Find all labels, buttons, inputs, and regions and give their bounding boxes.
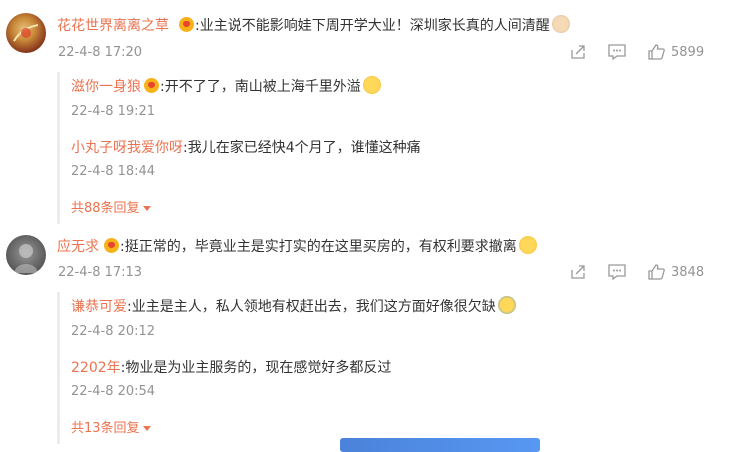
share-icon [571, 45, 585, 59]
reply-time: 22-4-8 19:21 [71, 104, 156, 119]
cat-emoji-icon [551, 15, 570, 33]
reply-username[interactable]: 2202年 [71, 360, 121, 376]
like-count: 3848 [671, 264, 705, 280]
reply-list: 滋你一身狼 :开不了了，南山被上海千里外溢 22-4-8 19:21 小丸子呀我爱… [57, 72, 741, 224]
caret-down-icon [142, 206, 151, 211]
reply-item: 滋你一身狼 :开不了了，南山被上海千里外溢 [71, 76, 381, 96]
reply-text: :业主是主人，私人领地有权赶出去，我们这方面好像很欠缺 [127, 299, 496, 315]
shrug-emoji-icon [497, 296, 516, 314]
vip-badge-icon [179, 17, 194, 32]
comment-icon [608, 264, 626, 280]
comment-button[interactable] [608, 44, 626, 60]
reply-time: 22-4-8 18:44 [71, 164, 156, 179]
reply-username[interactable]: 谦恭可爱 [71, 299, 127, 315]
like-button[interactable]: 3848 [648, 264, 704, 280]
reply-username[interactable]: 滋你一身狼 [71, 79, 141, 95]
vip-badge-icon [144, 78, 159, 93]
reply-item: 2202年:物业是为业主服务的，现在感觉好多都反过 [71, 357, 391, 377]
avatar[interactable] [6, 13, 46, 53]
reply-text: :我儿在家已经快4个月了，谁懂这种痛 [183, 140, 421, 156]
more-replies-label: 共88条回复 [71, 201, 140, 216]
comment-username[interactable]: 花花世界离离之草 [57, 18, 169, 34]
grin-emoji-icon [518, 236, 537, 254]
like-button[interactable]: 5899 [648, 44, 704, 60]
reply-time: 22-4-8 20:12 [71, 324, 156, 339]
reply-text: :物业是为业主服务的，现在感觉好多都反过 [120, 360, 392, 376]
comment-text: :挺正常的，毕竟业主是实打实的在这里买房的，有权利要求撤离 [120, 239, 517, 255]
reply-item: 谦恭可爱:业主是主人，私人领地有权赶出去，我们这方面好像很欠缺 [71, 296, 516, 316]
comment-button[interactable] [608, 264, 626, 280]
comment-text: :业主说不能影响娃下周开学大业！深圳家长真的人间清醒 [195, 18, 550, 34]
avatar[interactable] [6, 235, 46, 275]
comment-username[interactable]: 应无求 [57, 239, 99, 255]
reply-username[interactable]: 小丸子呀我爱你呀 [71, 140, 183, 156]
comment-time: 22-4-8 17:13 [58, 265, 143, 280]
share-icon [571, 265, 585, 279]
comment-actions: 5899 [570, 44, 704, 60]
vip-badge-icon [104, 238, 119, 253]
share-button[interactable] [570, 44, 586, 60]
comment-icon [608, 44, 626, 60]
more-replies-link[interactable]: 共13条回复 [71, 417, 151, 436]
reply-item: 小丸子呀我爱你呀:我儿在家已经快4个月了，谁懂这种痛 [71, 137, 421, 157]
like-icon [648, 264, 665, 280]
reply-time: 22-4-8 20:54 [71, 384, 156, 399]
more-replies-link[interactable]: 共88条回复 [71, 197, 151, 216]
reply-text: :开不了了，南山被上海千里外溢 [160, 79, 361, 95]
comment-actions: 3848 [570, 264, 704, 280]
like-count: 5899 [671, 44, 705, 60]
caret-down-icon [142, 426, 151, 431]
share-button[interactable] [570, 264, 586, 280]
comment-time: 22-4-8 17:20 [58, 45, 143, 60]
more-replies-label: 共13条回复 [71, 421, 140, 436]
like-icon [648, 44, 665, 60]
reply-list: 谦恭可爱:业主是主人，私人领地有权赶出去，我们这方面好像很欠缺 22-4-8 2… [57, 292, 741, 444]
laugh-emoji-icon [362, 76, 381, 94]
